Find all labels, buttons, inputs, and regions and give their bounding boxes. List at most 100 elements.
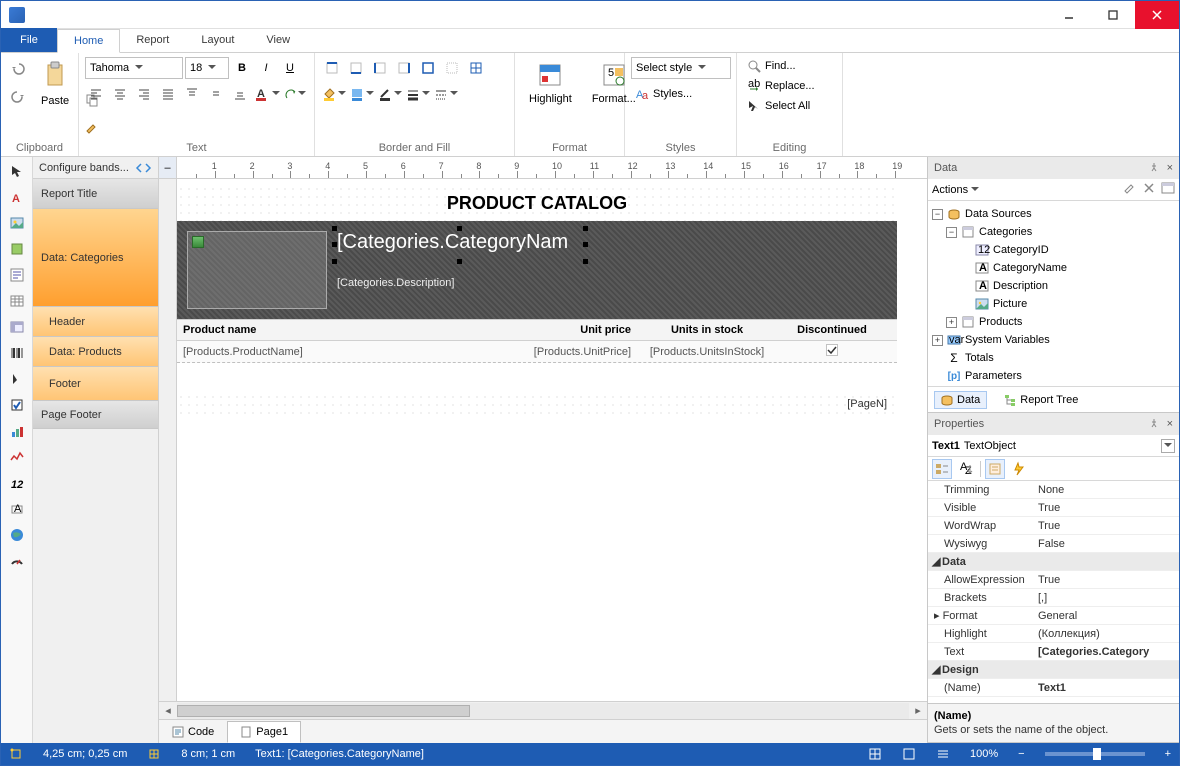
page-number-text[interactable]: [PageN] [847, 398, 887, 410]
property-object-selector[interactable]: Text1 TextObject [928, 435, 1179, 457]
styles-button[interactable]: Aa Styles... [631, 85, 696, 103]
tab-report[interactable]: Report [120, 28, 185, 52]
valign-top-button[interactable] [181, 83, 203, 105]
tab-home[interactable]: Home [57, 29, 120, 53]
alphabetical-icon[interactable]: AZ [956, 459, 976, 479]
switch-report-tree-button[interactable]: Report Tree [997, 391, 1085, 409]
fill-style-button[interactable] [349, 83, 375, 105]
property-pages-icon[interactable] [985, 459, 1005, 479]
border-right-button[interactable] [393, 57, 415, 79]
fill-color-button[interactable] [321, 83, 347, 105]
shape-tool-icon[interactable] [7, 239, 27, 259]
grid-icon[interactable] [868, 747, 882, 761]
tab-page1[interactable]: Page1 [227, 721, 301, 743]
line-color-button[interactable] [377, 83, 403, 105]
switch-data-button[interactable]: Data [934, 391, 987, 409]
canvas[interactable]: PRODUCT CATALOG [Categories.CategoryNam … [177, 179, 927, 701]
col-discontinued[interactable]: Discontinued [777, 324, 887, 336]
band-footer[interactable]: Footer [33, 367, 158, 401]
font-family-dropdown[interactable]: Tahoma [85, 57, 183, 79]
maximize-button[interactable] [1091, 1, 1135, 29]
expand-icon[interactable]: − [946, 227, 957, 238]
minimize-button[interactable] [1047, 1, 1091, 29]
font-color-button[interactable]: A [253, 83, 281, 105]
gauge-tool-icon[interactable] [7, 551, 27, 571]
zoom-slider[interactable] [1045, 752, 1145, 756]
expand-icon[interactable]: + [932, 335, 943, 346]
border-config-button[interactable] [465, 57, 487, 79]
ruler-icon[interactable] [936, 747, 950, 761]
horizontal-ruler[interactable]: 12345678910111213141516171819 [177, 157, 927, 178]
valign-middle-button[interactable] [205, 83, 227, 105]
chart-tool-icon[interactable] [7, 421, 27, 441]
select-all-button[interactable]: Select All [743, 97, 814, 115]
zoom-out-button[interactable]: − [1018, 748, 1024, 760]
pointer-tool-icon[interactable] [7, 161, 27, 181]
border-none-button[interactable] [441, 57, 463, 79]
text-tool-icon[interactable]: A [7, 187, 27, 207]
celltext-tool-icon[interactable]: 12 [7, 473, 27, 493]
edit-icon[interactable] [1123, 181, 1137, 198]
zoom-in-button[interactable]: + [1165, 748, 1171, 760]
delete-icon[interactable] [1143, 182, 1155, 197]
highlight-button[interactable]: Highlight [521, 57, 580, 109]
border-left-button[interactable] [369, 57, 391, 79]
cell-discontinued[interactable] [777, 344, 887, 359]
vertical-ruler[interactable] [159, 179, 177, 701]
valign-bottom-button[interactable] [229, 83, 251, 105]
tab-view[interactable]: View [250, 28, 306, 52]
categorized-icon[interactable] [932, 459, 952, 479]
redo-button[interactable] [7, 85, 29, 107]
category-name-text[interactable]: [Categories.CategoryNam [337, 231, 568, 254]
column-header-row[interactable]: Product name Unit price Units in stock D… [177, 319, 897, 341]
pin-icon[interactable] [1149, 162, 1161, 174]
col-units-in-stock[interactable]: Units in stock [637, 324, 777, 336]
tab-code[interactable]: Code [159, 721, 227, 743]
collapse-icon[interactable] [136, 163, 152, 173]
align-right-button[interactable] [133, 83, 155, 105]
scroll-right-icon[interactable]: ▸ [909, 703, 927, 719]
richtext-tool-icon[interactable] [7, 265, 27, 285]
band-page-footer[interactable]: Page Footer [33, 401, 158, 429]
actions-dropdown[interactable]: Actions [932, 184, 979, 196]
cell-units-in-stock[interactable]: [Products.UnitsInStock] [637, 346, 777, 358]
footer-section[interactable] [177, 363, 897, 391]
map-tool-icon[interactable] [7, 525, 27, 545]
border-top-button[interactable] [321, 57, 343, 79]
pin-icon[interactable] [1149, 418, 1161, 430]
zipcode-tool-icon[interactable]: A [7, 499, 27, 519]
product-data-row[interactable]: [Products.ProductName] [Products.UnitPri… [177, 341, 897, 363]
undo-button[interactable] [7, 57, 29, 79]
align-center-button[interactable] [109, 83, 131, 105]
data-tree[interactable]: −Data Sources −Categories 12CategoryID A… [928, 201, 1179, 386]
paste-button[interactable]: Paste [33, 57, 77, 111]
panel-close-icon[interactable]: × [1167, 418, 1173, 430]
snap-icon[interactable] [902, 747, 916, 761]
category-picture-box[interactable] [187, 231, 327, 309]
band-report-title[interactable]: Report Title [33, 179, 158, 209]
align-left-button[interactable] [85, 83, 107, 105]
select-style-dropdown[interactable]: Select style [631, 57, 731, 79]
band-header[interactable]: Header [33, 307, 158, 337]
band-data-categories[interactable]: Data: Categories [33, 209, 158, 307]
line-style-button[interactable] [433, 83, 459, 105]
file-tab[interactable]: File [1, 28, 57, 52]
tab-layout[interactable]: Layout [185, 28, 250, 52]
border-all-button[interactable] [417, 57, 439, 79]
scroll-left-icon[interactable]: ◂ [159, 703, 177, 719]
close-button[interactable] [1135, 1, 1179, 29]
view-data-icon[interactable] [1161, 181, 1175, 198]
events-icon[interactable] [1009, 459, 1029, 479]
find-button[interactable]: Find... [743, 57, 800, 75]
panel-close-icon[interactable]: × [1167, 162, 1173, 174]
matrix-tool-icon[interactable] [7, 317, 27, 337]
line-width-button[interactable] [405, 83, 431, 105]
border-bottom-button[interactable] [345, 57, 367, 79]
category-data-section[interactable]: [Categories.CategoryNam [Categories.Desc… [177, 221, 897, 319]
report-title-text[interactable]: PRODUCT CATALOG [447, 193, 627, 214]
cell-unit-price[interactable]: [Products.UnitPrice] [517, 346, 637, 358]
report-title-section[interactable]: PRODUCT CATALOG [177, 185, 897, 221]
category-description-text[interactable]: [Categories.Description] [337, 277, 454, 289]
replace-button[interactable]: abReplace... [743, 77, 819, 95]
configure-bands-button[interactable]: Configure bands... [33, 157, 158, 179]
